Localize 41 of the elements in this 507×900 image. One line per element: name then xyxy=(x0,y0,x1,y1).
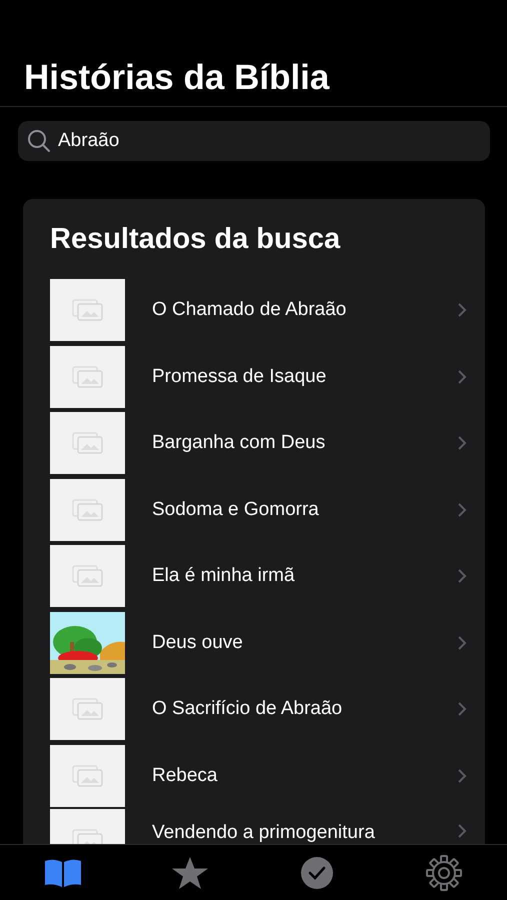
story-row[interactable]: Rebeca xyxy=(23,742,485,809)
section-heading: Resultados da busca xyxy=(50,222,340,257)
story-row[interactable]: Sodoma e Gomorra xyxy=(23,476,485,543)
image-icon xyxy=(72,565,104,588)
story-title: Ela é minha irmã xyxy=(152,564,296,588)
settings-icon[interactable] xyxy=(426,854,462,890)
story-row[interactable]: O Chamado de Abraão xyxy=(23,277,485,344)
image-icon xyxy=(72,299,104,322)
story-row[interactable]: O Sacrifício de Abraão xyxy=(23,676,485,742)
story-title: Deus ouve xyxy=(152,630,244,654)
chevron-icon xyxy=(457,502,467,518)
image-icon xyxy=(72,764,104,787)
story-title: Promessa de Isaque xyxy=(152,364,328,388)
image-icon xyxy=(72,498,104,521)
story-title: O Sacrifício de Abraão xyxy=(152,697,344,721)
chevron-icon xyxy=(457,768,467,784)
story-title: Barganha com Deus xyxy=(152,431,326,455)
chevron-icon xyxy=(457,368,467,385)
chevron-icon xyxy=(457,634,467,651)
checkmark-icon[interactable] xyxy=(300,856,334,890)
image-icon xyxy=(72,698,104,720)
page-title: Histórias da Bíblia xyxy=(24,57,330,99)
chevron-icon xyxy=(457,302,467,318)
story-row[interactable]: Ela é minha irmã xyxy=(23,543,485,610)
chevron-icon xyxy=(457,568,467,584)
chevron-icon xyxy=(457,435,467,452)
book-icon[interactable] xyxy=(43,858,84,888)
story-title: Rebeca xyxy=(152,764,218,788)
chevron-icon xyxy=(457,701,467,718)
story-title: Vendendo a primogenitura xyxy=(152,821,376,844)
story-row[interactable]: Deus ouve xyxy=(23,610,485,676)
story-title: Sodoma e Gomorra xyxy=(152,498,320,522)
chevron-icon xyxy=(457,823,467,839)
story-row[interactable]: Barganha com Deus xyxy=(23,410,485,476)
star-icon[interactable] xyxy=(171,856,210,890)
story-row[interactable]: Promessa de Isaque xyxy=(23,344,485,410)
story-title: O Chamado de Abraão xyxy=(152,298,348,322)
image-icon xyxy=(72,366,104,388)
search-field[interactable]: Abraão xyxy=(18,121,490,161)
search-icon xyxy=(26,128,52,154)
image-icon xyxy=(72,432,104,454)
